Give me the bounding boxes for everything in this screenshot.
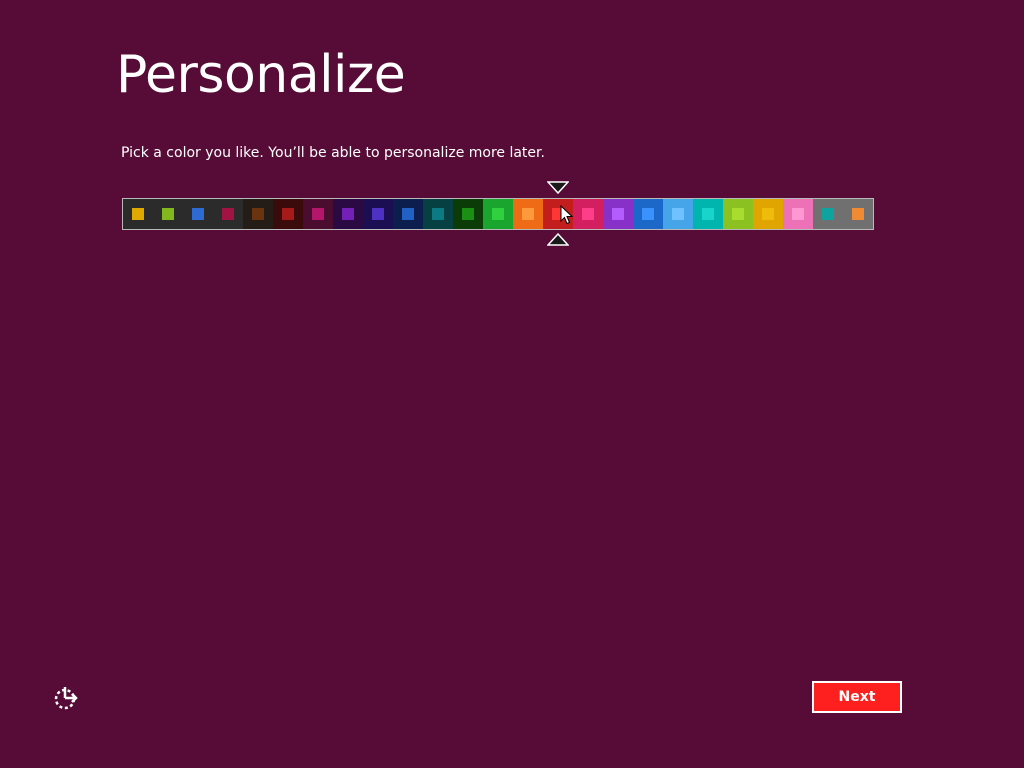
color-swatch[interactable] — [183, 199, 213, 229]
color-swatch[interactable] — [303, 199, 333, 229]
color-swatch[interactable] — [633, 199, 663, 229]
selection-marker-bottom-icon — [547, 233, 569, 246]
color-chip — [522, 208, 534, 220]
color-chip — [822, 208, 834, 220]
color-swatch[interactable] — [843, 199, 873, 229]
color-palette — [122, 198, 874, 230]
color-chip — [642, 208, 654, 220]
color-chip — [462, 208, 474, 220]
color-chip — [432, 208, 444, 220]
personalize-page: Personalize Pick a color you like. You’l… — [0, 0, 1024, 768]
color-chip — [342, 208, 354, 220]
color-swatch[interactable] — [753, 199, 783, 229]
color-swatch[interactable] — [393, 199, 423, 229]
color-chip — [672, 208, 684, 220]
color-swatch[interactable] — [213, 199, 243, 229]
color-chip — [582, 208, 594, 220]
color-chip — [222, 208, 234, 220]
color-swatch[interactable] — [123, 199, 153, 229]
mouse-pointer-icon — [560, 205, 574, 225]
color-chip — [402, 208, 414, 220]
color-chip — [762, 208, 774, 220]
color-swatch[interactable] — [453, 199, 483, 229]
color-swatch[interactable] — [663, 199, 693, 229]
color-chip — [612, 208, 624, 220]
color-chip — [372, 208, 384, 220]
color-swatch[interactable] — [513, 199, 543, 229]
color-swatch[interactable] — [603, 199, 633, 229]
page-title: Personalize — [116, 45, 406, 105]
page-subtitle: Pick a color you like. You’ll be able to… — [121, 145, 545, 161]
selection-marker-top-icon — [547, 181, 569, 194]
color-chip — [252, 208, 264, 220]
color-swatch[interactable] — [153, 199, 183, 229]
color-chip — [852, 208, 864, 220]
color-swatch[interactable] — [573, 199, 603, 229]
color-swatch[interactable] — [693, 199, 723, 229]
color-swatch[interactable] — [333, 199, 363, 229]
color-chip — [492, 208, 504, 220]
next-button[interactable]: Next — [812, 681, 902, 713]
color-swatch[interactable] — [423, 199, 453, 229]
color-chip — [132, 208, 144, 220]
color-swatch[interactable] — [243, 199, 273, 229]
color-swatch[interactable] — [723, 199, 753, 229]
color-swatch[interactable] — [813, 199, 843, 229]
color-chip — [282, 208, 294, 220]
ease-of-access-icon[interactable] — [52, 684, 80, 712]
color-chip — [192, 208, 204, 220]
color-chip — [162, 208, 174, 220]
color-chip — [312, 208, 324, 220]
color-swatch[interactable] — [273, 199, 303, 229]
color-swatch[interactable] — [363, 199, 393, 229]
color-chip — [792, 208, 804, 220]
color-chip — [702, 208, 714, 220]
color-chip — [732, 208, 744, 220]
color-swatch[interactable] — [483, 199, 513, 229]
color-swatch[interactable] — [783, 199, 813, 229]
